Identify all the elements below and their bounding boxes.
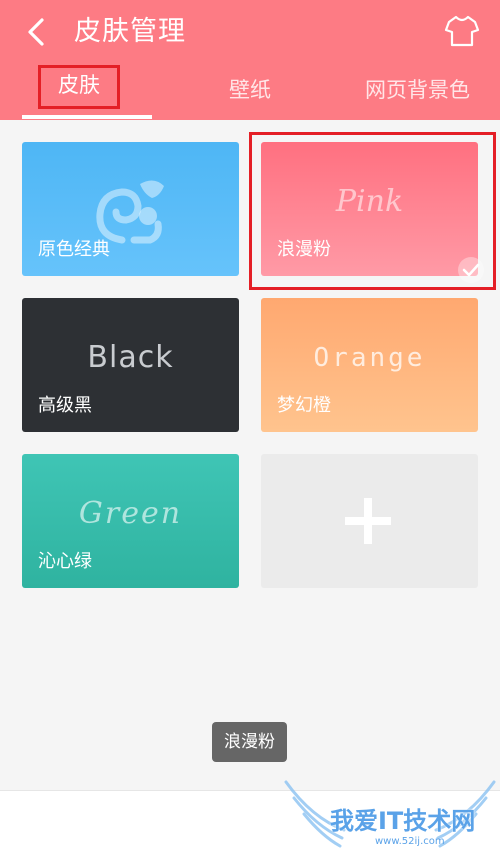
shirt-icon[interactable] bbox=[444, 14, 480, 48]
tab-wallpaper[interactable]: 壁纸 bbox=[200, 70, 300, 110]
app-header: 皮肤管理 皮肤 壁纸 网页背景色 bbox=[0, 0, 500, 120]
skin-art-black: Black bbox=[87, 340, 174, 375]
watermark-url: www.52ij.com bbox=[375, 836, 445, 847]
check-icon bbox=[458, 257, 484, 283]
tab-web-background-color[interactable]: 网页背景色 bbox=[355, 70, 480, 110]
plus-icon bbox=[345, 498, 391, 544]
skin-card-orange[interactable]: Orange 梦幻橙 bbox=[261, 298, 478, 432]
watermark-text: 我爱IT技术网 bbox=[330, 807, 476, 835]
page-title: 皮肤管理 bbox=[74, 16, 186, 47]
skin-label-green: 沁心绿 bbox=[38, 551, 92, 572]
toast-message: 浪漫粉 bbox=[212, 722, 287, 762]
squirrel-icon bbox=[96, 180, 164, 244]
active-tab-indicator bbox=[22, 115, 152, 119]
skin-art-orange: Orange bbox=[313, 343, 426, 373]
chevron-left-icon[interactable] bbox=[22, 14, 54, 50]
tab-skin[interactable]: 皮肤 bbox=[38, 65, 120, 109]
skin-card-black[interactable]: Black 高级黑 bbox=[22, 298, 239, 432]
skin-label-black: 高级黑 bbox=[38, 395, 92, 416]
skin-art-green: Green bbox=[78, 496, 183, 531]
skin-card-green[interactable]: Green 沁心绿 bbox=[22, 454, 239, 588]
skin-label-orange: 梦幻橙 bbox=[277, 395, 331, 416]
